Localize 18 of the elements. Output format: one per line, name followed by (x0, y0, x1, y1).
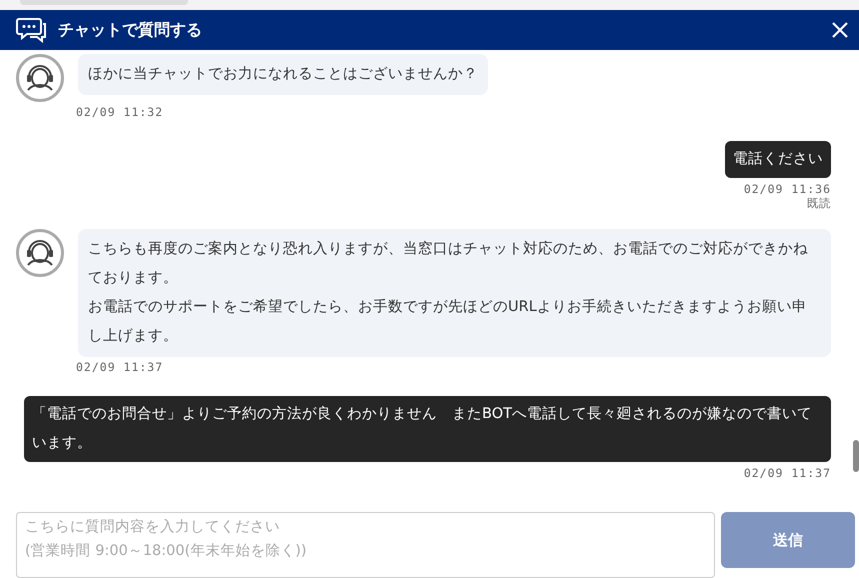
operator-avatar-icon (16, 54, 64, 102)
message-time: 02/09 11:37 (744, 466, 831, 480)
read-status: 既読 (807, 196, 831, 211)
scrollbar[interactable] (853, 440, 859, 472)
message-input-field[interactable]: こちらに質問内容を入力してください (営業時間 9:00～18:00(年末年始を除く)) (16, 512, 715, 578)
bot-message-text: こちらも再度のご案内となり恐れ入りますが、当窓口はチャット対応のため、お電話でのご対応ができかねております。 (88, 240, 809, 288)
message-time: 02/09 11:37 (76, 360, 164, 374)
chat-bubbles-icon (16, 17, 48, 43)
user-message: 「電話でのお問合せ」よりご予約の方法が良くわかりません またBOTへ電話して長々廻されるのが嫌なので書いています。 (24, 396, 831, 462)
send-button[interactable]: 送信 (721, 512, 855, 568)
message-time: 02/09 11:32 (76, 105, 164, 119)
bot-message-text: お電話でのサポートをご希望でしたら、お手数ですが先ほどのURLよりお手続きいただきますようお願い申し上げます。 (88, 298, 808, 346)
chat-title: チャットで質問する (58, 20, 203, 40)
message-time: 02/09 11:36 (744, 182, 831, 196)
close-icon (831, 21, 849, 39)
bot-message-text: ほかに当チャットでお力になれることはございませんか？ (88, 65, 478, 84)
operator-avatar-icon (16, 229, 64, 277)
user-message: 電話ください (725, 141, 831, 178)
